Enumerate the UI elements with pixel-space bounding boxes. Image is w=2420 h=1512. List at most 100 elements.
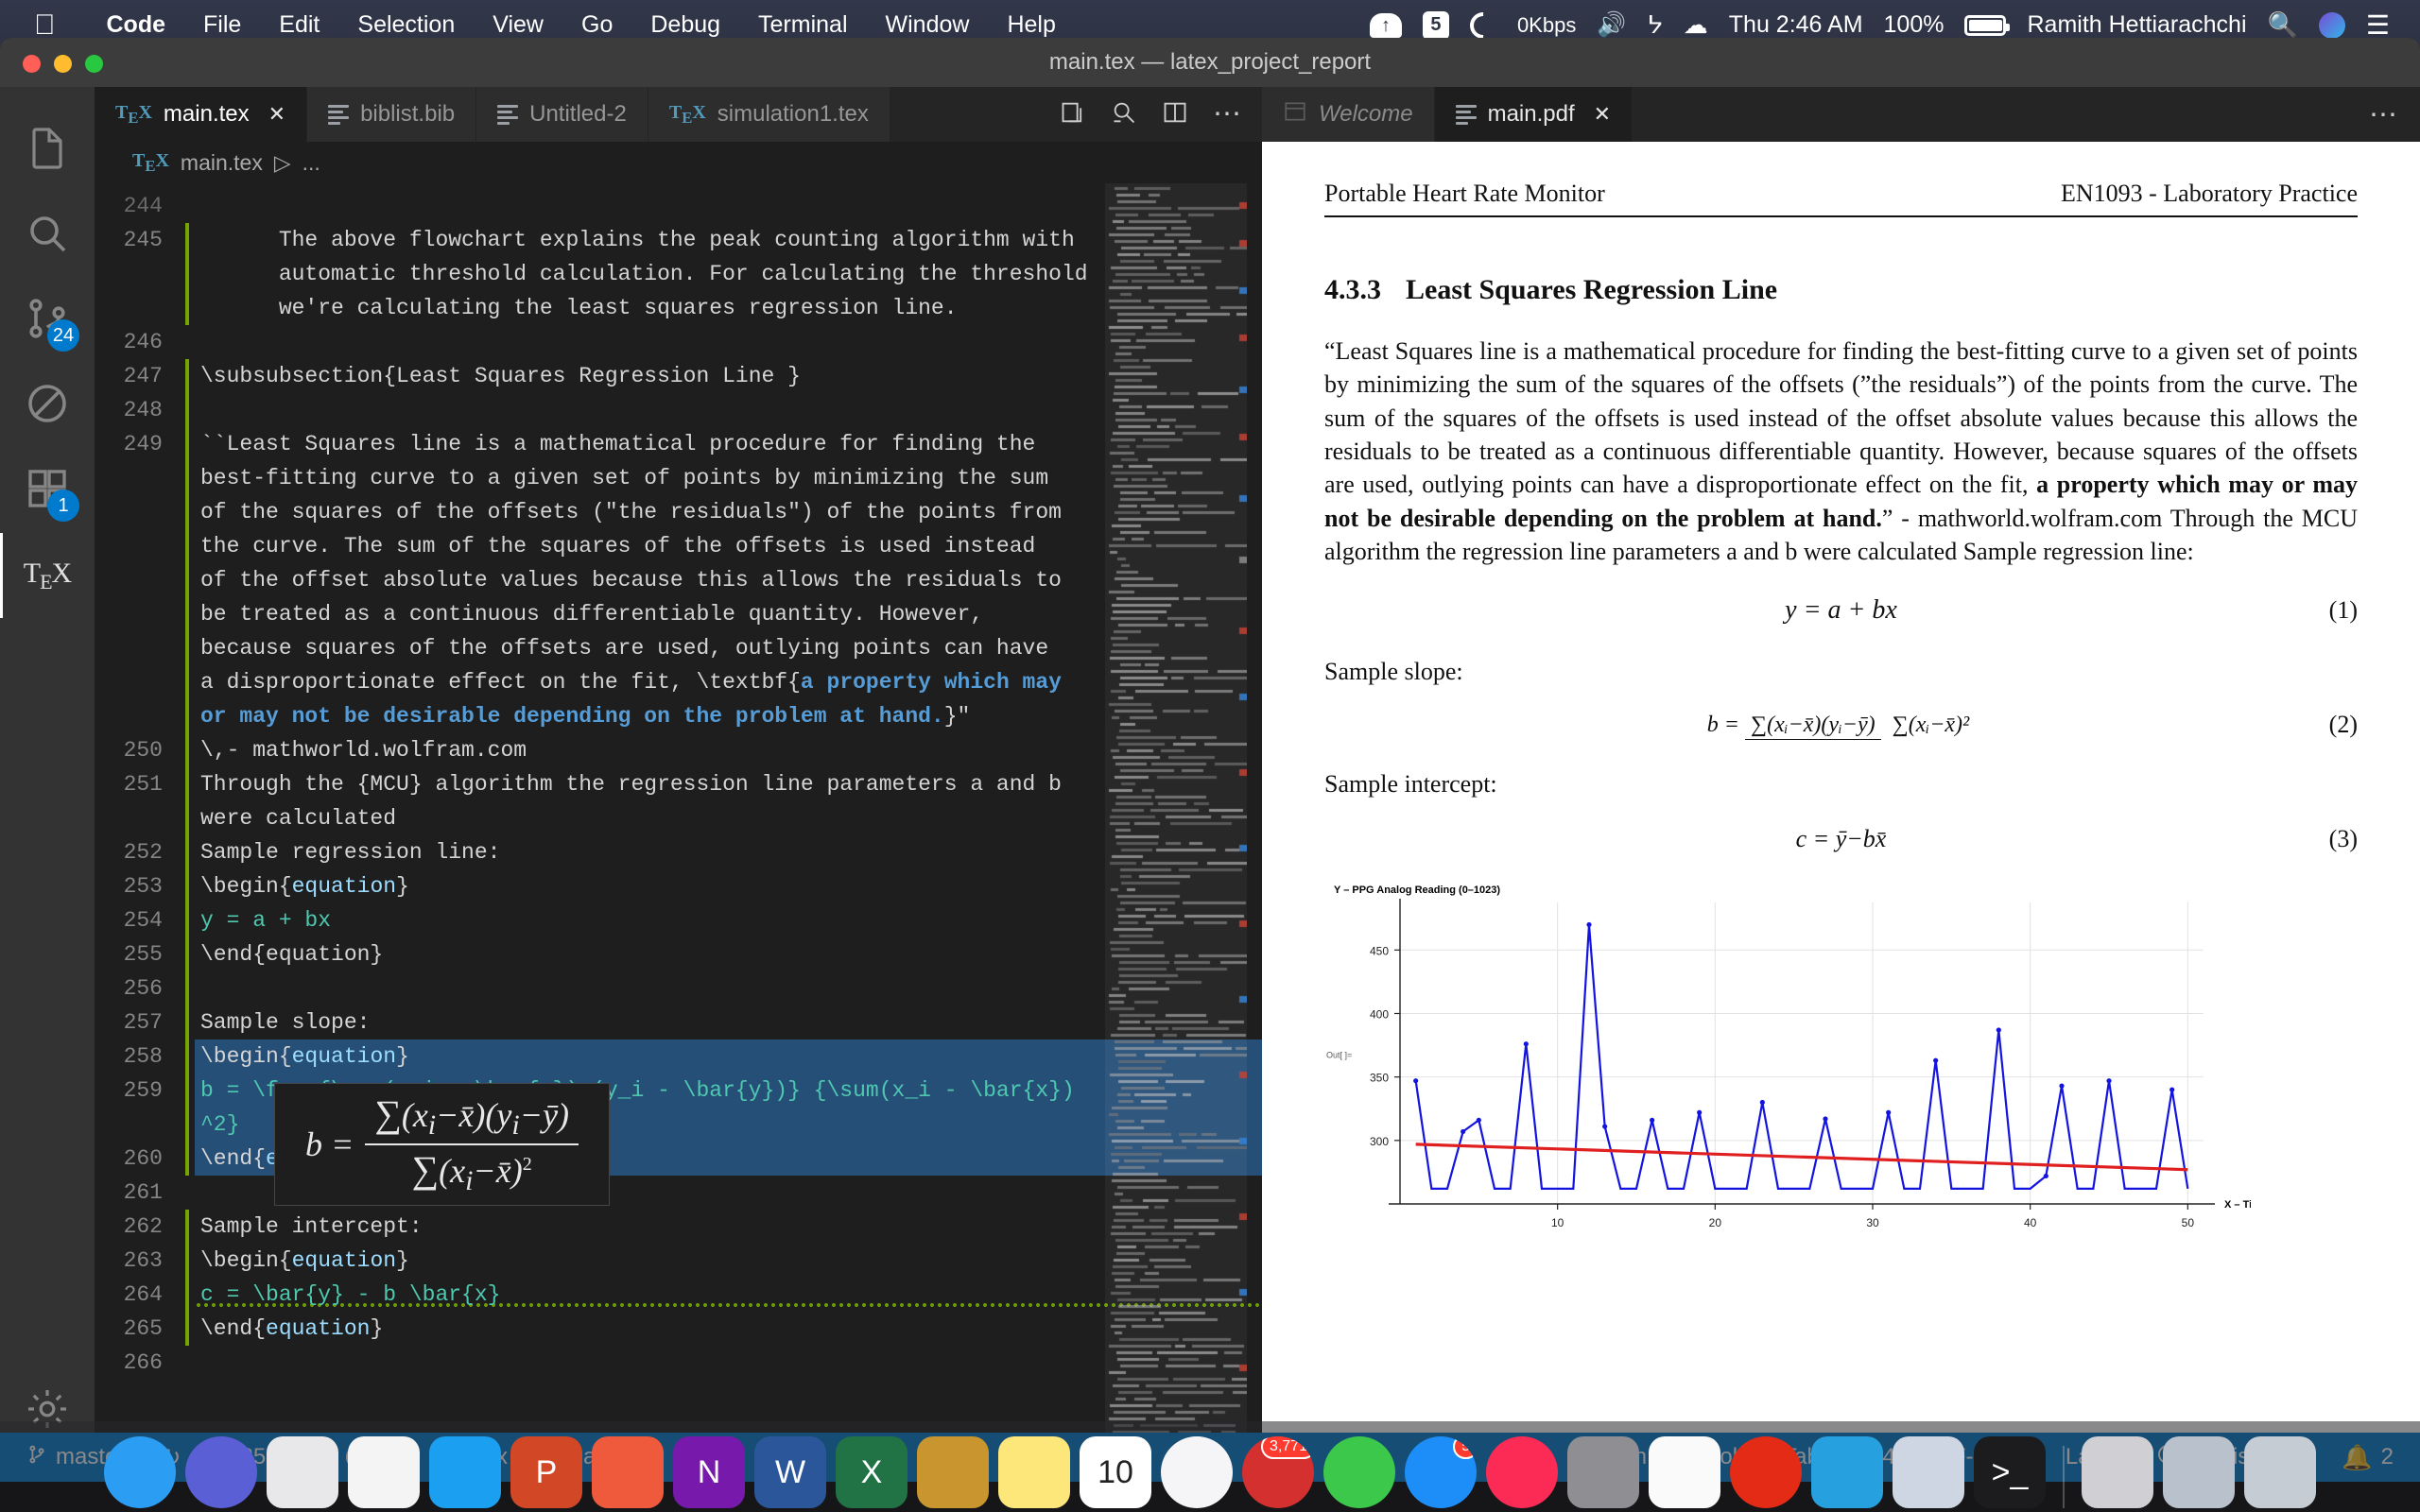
dock-item-word[interactable]: W [754,1436,826,1508]
code-line[interactable]: because squares of the offsets are used,… [195,631,1262,665]
code-line[interactable]: Through the {MCU} algorithm the regressi… [195,767,1262,801]
minimize-window-button[interactable] [54,55,72,73]
dock-item-books[interactable] [917,1436,989,1508]
code-line[interactable]: ``Least Squares line is a mathematical p… [195,427,1262,461]
more-actions-icon[interactable]: ⋯ [1213,100,1241,129]
cloud-upload-icon[interactable] [1369,12,1402,38]
dock-item-photos[interactable] [1161,1436,1233,1508]
dock-item-chrome[interactable] [348,1436,420,1508]
dock-item-vscode[interactable] [1811,1436,1883,1508]
dock-item-messages[interactable] [1323,1436,1395,1508]
code-line[interactable]: \begin{equation} [195,1040,1262,1074]
dock-item-adobe-acrobat[interactable]: 3,771 [1242,1436,1314,1508]
sidebar-item-run-debug[interactable] [0,363,95,448]
dock-item-mathematica[interactable] [1730,1436,1802,1508]
breadcrumb-more[interactable]: ... [302,150,320,176]
wifi-icon[interactable]: ☁ [1684,10,1708,40]
code-line[interactable]: or may not be desirable depending on the… [195,699,1262,733]
code-line[interactable]: \,- mathworld.wolfram.com [195,733,1262,767]
menu-item-debug[interactable]: Debug [631,11,739,39]
dock-item-downloads-stack[interactable] [2082,1436,2153,1508]
menu-item-help[interactable]: Help [988,11,1074,39]
dock-item-finder[interactable] [104,1436,176,1508]
sidebar-item-search[interactable] [0,193,95,278]
tab-simulation1-tex[interactable]: TEX simulation1.tex [648,87,890,142]
code-line[interactable]: \end{equation} [195,937,1262,971]
code-editor[interactable]: 244 245 246 247 248 249 250 251 252 253 254 255 256 2… [95,183,1262,1482]
menu-item-terminal[interactable]: Terminal [739,11,866,39]
code-line[interactable]: automatic threshold calculation. For cal… [195,257,1262,291]
dock-item-powerpoint[interactable]: P [510,1436,582,1508]
menubar-user-name[interactable]: Ramith Hettiarachchi [2027,11,2246,39]
menu-item-window[interactable]: Window [867,11,989,39]
dock-item-documents-stack[interactable] [2163,1436,2235,1508]
sidebar-item-source-control[interactable]: 24 [0,278,95,363]
close-window-button[interactable] [23,55,41,73]
code-line[interactable]: were calculated [195,801,1262,835]
sidebar-item-extensions[interactable]: 1 [0,448,95,533]
dock-item-terminal[interactable]: >_ [1974,1436,2046,1508]
code-line[interactable] [195,189,1262,223]
code-line[interactable]: Sample intercept: [195,1210,1262,1244]
code-line[interactable]: The above flowchart explains the peak co… [195,223,1262,257]
maximize-window-button[interactable] [85,55,103,73]
code-line[interactable]: \end{equation} [195,1312,1262,1346]
code-line[interactable]: \begin{equation} [195,1244,1262,1278]
code-line[interactable] [195,325,1262,359]
dock-item-safari[interactable] [429,1436,501,1508]
tab-main-pdf[interactable]: main.pdf ✕ [1434,87,1634,142]
siri-icon[interactable] [2318,11,2345,39]
menu-item-go[interactable]: Go [562,11,631,39]
dock-item-notes[interactable] [998,1436,1070,1508]
code-line[interactable] [195,393,1262,427]
tab-main-tex[interactable]: TEX main.tex ✕ [95,87,308,142]
code-line[interactable]: y = a + bx [195,903,1262,937]
dock-item-excel[interactable]: X [836,1436,908,1508]
dock-item-app-store[interactable]: 5 [1405,1436,1477,1508]
dock-item-trash[interactable] [2244,1436,2316,1508]
menu-item-selection[interactable]: Selection [338,11,474,39]
menu-item-code[interactable]: Code [88,11,185,39]
dock-item-music[interactable] [1486,1436,1558,1508]
search-icon[interactable]: 🔍 [2268,10,2298,40]
close-icon[interactable]: ✕ [1594,102,1611,127]
code-line[interactable] [195,971,1262,1005]
code-line[interactable]: Sample slope: [195,1005,1262,1040]
menu-item-edit[interactable]: Edit [260,11,338,39]
menubar-clock[interactable]: Thu 2:46 AM [1729,11,1863,39]
dock-item-preview[interactable] [1893,1436,1964,1508]
split-editor-icon[interactable] [1162,99,1188,130]
battery-icon[interactable] [1964,14,2011,36]
menu-item-file[interactable]: File [184,11,260,39]
code-line[interactable]: \begin{equation} [195,869,1262,903]
editor-overview-ruler[interactable] [1247,183,1262,1482]
sidebar-item-latex-workshop[interactable]: TEX [0,533,95,618]
breadcrumb-file[interactable]: main.tex [181,150,263,176]
tab-welcome[interactable]: Welcome [1262,87,1435,142]
code-line[interactable]: of the squares of the offsets ("the resi… [195,495,1262,529]
dock-item-system-preferences[interactable] [1567,1436,1639,1508]
dock-item-calendar[interactable]: 10 [1080,1436,1151,1508]
editor-minimap[interactable] [1105,183,1247,1482]
dock-item-compass[interactable] [592,1436,664,1508]
opera-icon[interactable] [1464,6,1502,44]
code-line[interactable]: \subsubsection{Least Squares Regression … [195,359,1262,393]
pdf-more-actions-icon[interactable]: ⋯ [2346,87,2420,142]
dock-item-siri[interactable] [185,1436,257,1508]
code-line[interactable]: c = \bar{y} - b \bar{x} [195,1278,1262,1312]
code-line[interactable]: a disproportionate effect on the fit, \t… [195,665,1262,699]
code-line[interactable]: the curve. The sum of the squares of the… [195,529,1262,563]
fold-indicator-column[interactable] [180,183,195,1482]
volume-icon[interactable]: 🔊 [1597,11,1626,39]
pdf-document-view[interactable]: Portable Heart Rate Monitor EN1093 - Lab… [1262,142,2420,1482]
code-line[interactable]: best-fitting curve to a given set of poi… [195,461,1262,495]
code-line[interactable]: of the offset absolute values because th… [195,563,1262,597]
view-pdf-icon[interactable] [1111,99,1137,130]
sidebar-item-explorer[interactable] [0,108,95,193]
menu-item-view[interactable]: View [474,11,562,39]
five-badge-icon[interactable]: 5 [1422,10,1449,40]
code-line[interactable]: Sample regression line: [195,835,1262,869]
control-center-icon[interactable]: ☰ [2366,9,2390,41]
code-content[interactable]: The above flowchart explains the peak co… [195,183,1262,1482]
dock-item-reminders[interactable] [1649,1436,1720,1508]
